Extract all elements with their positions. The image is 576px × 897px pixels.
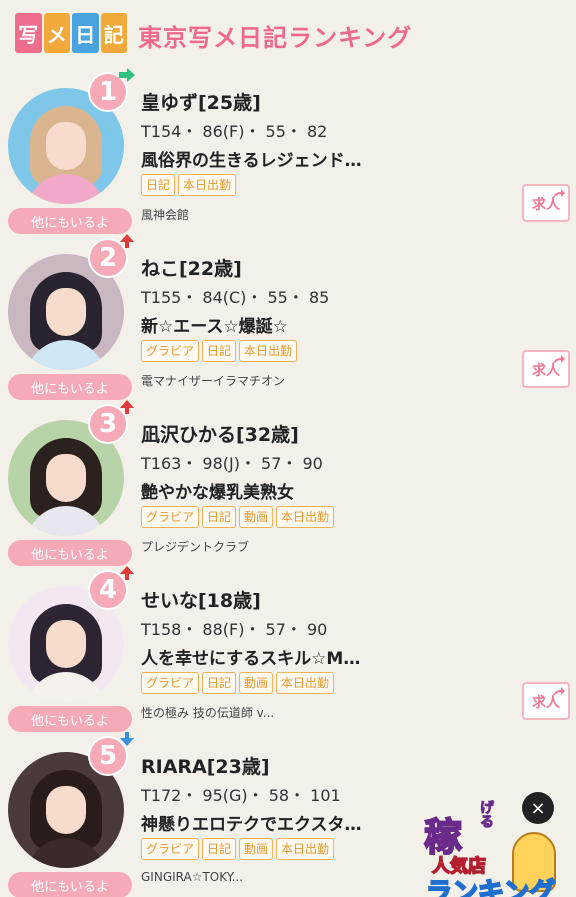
catchphrase[interactable]: 神懸りエロテクでエクスタ… bbox=[141, 810, 371, 835]
logo-tile: 記 bbox=[100, 13, 127, 53]
tag-badge[interactable]: 本日出勤 bbox=[276, 506, 335, 528]
recruit-button[interactable]: 求人 bbox=[522, 350, 570, 388]
trend-same-icon bbox=[118, 66, 136, 84]
catchphrase[interactable]: 人を幸せにするスキル☆M… bbox=[141, 644, 371, 669]
trend-up-icon bbox=[118, 232, 136, 250]
shop-name[interactable]: 電マナイザーイラマチオン bbox=[141, 372, 285, 389]
recruit-button[interactable]: 求人 bbox=[522, 184, 570, 222]
girl-specs: T155・ 84(C)・ 55・ 85 bbox=[141, 288, 330, 307]
page-title: 東京写メ日記ランキング bbox=[138, 24, 413, 52]
logo-tile: メ bbox=[43, 13, 70, 53]
shop-name[interactable]: プレジデントクラブ bbox=[141, 538, 249, 555]
ranking-entry[interactable]: 2 他にもいるよ ねこ[22歳] T155・ 84(C)・ 55・ 85 新☆エース☆爆… bbox=[0, 234, 576, 402]
more-girls-button[interactable]: 他にもいるよ bbox=[8, 540, 132, 566]
girl-name[interactable]: 皇ゆず[25歳] bbox=[141, 88, 261, 115]
trend-up-icon bbox=[118, 564, 136, 582]
close-icon[interactable]: × bbox=[522, 792, 554, 824]
banner-text-ranking: ランキング bbox=[425, 877, 556, 897]
tag-badge[interactable]: 動画 bbox=[239, 506, 274, 528]
ranking-entry[interactable]: 1 他にもいるよ 皇ゆず[25歳] T154・ 86(F)・ 55・ 82 風俗界の生き… bbox=[0, 68, 576, 236]
tag-badge[interactable]: 動画 bbox=[239, 672, 274, 694]
recruit-button[interactable]: 求人 bbox=[522, 682, 570, 720]
more-girls-button[interactable]: 他にもいるよ bbox=[8, 374, 132, 400]
ranking-banner[interactable]: 稼 げる 人気店 ランキング × bbox=[420, 792, 564, 897]
tag-badge[interactable]: グラビア bbox=[141, 506, 200, 528]
ranking-entry[interactable]: 3 他にもいるよ 凪沢ひかる[32歳] T163・ 98(J)・ 57・ 90 艶やかな… bbox=[0, 400, 576, 568]
girl-name[interactable]: RIARA[23歳] bbox=[141, 752, 270, 779]
catchphrase[interactable]: 新☆エース☆爆誕☆ bbox=[141, 312, 371, 337]
arrow-icon bbox=[552, 355, 565, 366]
tag-badge[interactable]: 日記 bbox=[202, 506, 237, 528]
tag-badge[interactable]: 日記 bbox=[202, 838, 237, 860]
girl-specs: T163・ 98(J)・ 57・ 90 bbox=[141, 454, 323, 473]
girl-specs: T158・ 88(F)・ 57・ 90 bbox=[141, 620, 328, 639]
shop-name[interactable]: 性の極み 技の伝道師 v... bbox=[141, 704, 274, 721]
tag-badge[interactable]: 本日出勤 bbox=[178, 174, 237, 196]
tag-badge[interactable]: グラビア bbox=[141, 340, 200, 362]
trend-down-icon bbox=[118, 730, 136, 748]
arrow-icon bbox=[552, 687, 565, 698]
tag-badge[interactable]: グラビア bbox=[141, 838, 200, 860]
ranking-entry[interactable]: 4 他にもいるよ せいな[18歳] T158・ 88(F)・ 57・ 90 人を幸せにす… bbox=[0, 566, 576, 734]
girl-specs: T154・ 86(F)・ 55・ 82 bbox=[141, 122, 328, 141]
logo-tile: 写 bbox=[15, 13, 42, 53]
tag-list: グラビア 日記 動画 本日出勤 bbox=[141, 672, 335, 694]
girl-name[interactable]: せいな[18歳] bbox=[141, 586, 261, 613]
more-girls-button[interactable]: 他にもいるよ bbox=[8, 706, 132, 732]
catchphrase[interactable]: 風俗界の生きるレジェンド… bbox=[141, 146, 371, 171]
girl-name[interactable]: ねこ[22歳] bbox=[141, 254, 242, 281]
more-girls-button[interactable]: 他にもいるよ bbox=[8, 872, 132, 897]
arrow-icon bbox=[552, 189, 565, 200]
site-logo[interactable]: 写 メ 日 記 bbox=[12, 10, 130, 56]
tag-badge[interactable]: 日記 bbox=[141, 174, 176, 196]
shop-name[interactable]: GINGIRA☆TOKY... bbox=[141, 870, 243, 884]
tag-badge[interactable]: 日記 bbox=[202, 340, 237, 362]
tag-list: グラビア 日記 動画 本日出勤 bbox=[141, 838, 335, 860]
tag-badge[interactable]: グラビア bbox=[141, 672, 200, 694]
header: 写 メ 日 記 東京写メ日記ランキング bbox=[0, 0, 576, 70]
trend-up-icon bbox=[118, 398, 136, 416]
tag-badge[interactable]: 日記 bbox=[202, 672, 237, 694]
girl-specs: T172・ 95(G)・ 58・ 101 bbox=[141, 786, 341, 805]
tag-list: グラビア 日記 動画 本日出勤 bbox=[141, 506, 335, 528]
girl-name[interactable]: 凪沢ひかる[32歳] bbox=[141, 420, 299, 447]
tag-badge[interactable]: 本日出勤 bbox=[276, 672, 335, 694]
tag-list: グラビア 日記 本日出勤 bbox=[141, 340, 298, 362]
banner-text-suffix: げる bbox=[478, 800, 495, 829]
tag-badge[interactable]: 本日出勤 bbox=[276, 838, 335, 860]
logo-tile: 日 bbox=[72, 13, 99, 53]
tag-badge[interactable]: 本日出勤 bbox=[239, 340, 298, 362]
catchphrase[interactable]: 艶やかな爆乳美熟女 bbox=[141, 478, 371, 503]
tag-badge[interactable]: 動画 bbox=[239, 838, 274, 860]
tag-list: 日記 本日出勤 bbox=[141, 174, 237, 196]
shop-name[interactable]: 風神会館 bbox=[141, 206, 189, 223]
more-girls-button[interactable]: 他にもいるよ bbox=[8, 208, 132, 234]
